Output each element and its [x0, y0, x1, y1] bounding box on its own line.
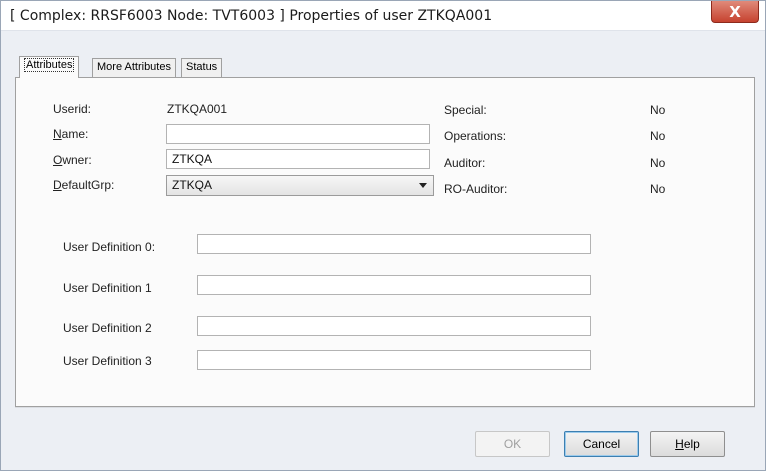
close-icon: X — [729, 2, 741, 21]
owner-label-rest: wner: — [62, 153, 92, 167]
help-button-accel: H — [675, 437, 684, 451]
chevron-down-icon — [419, 183, 427, 188]
user-def-3-label: User Definition 3 — [63, 354, 152, 368]
ok-button[interactable]: OK — [475, 431, 550, 457]
name-label-rest: ame: — [61, 127, 89, 141]
properties-dialog: [ Complex: RRSF6003 Node: TVT6003 ] Prop… — [0, 0, 766, 471]
name-label-accel: N — [53, 127, 62, 141]
tab-more-attributes[interactable]: More Attributes — [92, 58, 176, 77]
tab-attributes[interactable]: Attributes — [19, 56, 80, 78]
tab-status[interactable]: Status — [181, 58, 223, 77]
name-label: Name: — [53, 127, 88, 141]
user-def-3-input[interactable] — [197, 350, 591, 370]
flag-auditor-value: No — [650, 156, 666, 170]
defaultgrp-select[interactable]: ZTKQA — [166, 175, 434, 196]
tab-attributes-label: Attributes — [24, 58, 75, 72]
flag-operations-label: Operations: — [444, 129, 507, 143]
flag-ro-auditor-label: RO-Auditor: — [444, 182, 508, 196]
user-def-1-input[interactable] — [197, 275, 591, 295]
owner-input[interactable]: ZTKQA — [166, 149, 430, 169]
cancel-button[interactable]: Cancel — [564, 431, 639, 457]
user-def-2-label: User Definition 2 — [63, 321, 152, 335]
owner-label-accel: O — [53, 153, 63, 167]
user-def-0-label: User Definition 0: — [63, 240, 156, 254]
defaultgrp-selected-value: ZTKQA — [172, 178, 213, 192]
defaultgrp-label: DefaultGrp: — [53, 178, 114, 192]
flag-auditor-label: Auditor: — [444, 156, 486, 170]
title-bar: [ Complex: RRSF6003 Node: TVT6003 ] Prop… — [1, 1, 765, 31]
help-button[interactable]: Help — [650, 431, 725, 457]
userid-label: Userid: — [53, 102, 92, 116]
tab-more-attributes-label: More Attributes — [97, 61, 171, 73]
panel-divider — [15, 407, 755, 408]
flag-special-value: No — [650, 103, 666, 117]
defaultgrp-label-rest: efaultGrp: — [61, 178, 115, 192]
help-button-rest: elp — [683, 437, 700, 451]
defaultgrp-label-accel: D — [53, 178, 62, 192]
userid-value: ZTKQA001 — [167, 102, 228, 116]
user-def-1-label: User Definition 1 — [63, 281, 152, 295]
user-def-2-input[interactable] — [197, 316, 591, 336]
flag-ro-auditor-value: No — [650, 182, 666, 196]
user-def-0-input[interactable] — [197, 234, 591, 254]
owner-label: Owner: — [53, 153, 92, 167]
name-input[interactable] — [166, 124, 430, 144]
close-button[interactable]: X — [711, 1, 759, 23]
flag-operations-value: No — [650, 129, 666, 143]
window-title: [ Complex: RRSF6003 Node: TVT6003 ] Prop… — [10, 8, 493, 24]
tab-status-label: Status — [186, 61, 218, 73]
flag-special-label: Special: — [444, 103, 487, 117]
